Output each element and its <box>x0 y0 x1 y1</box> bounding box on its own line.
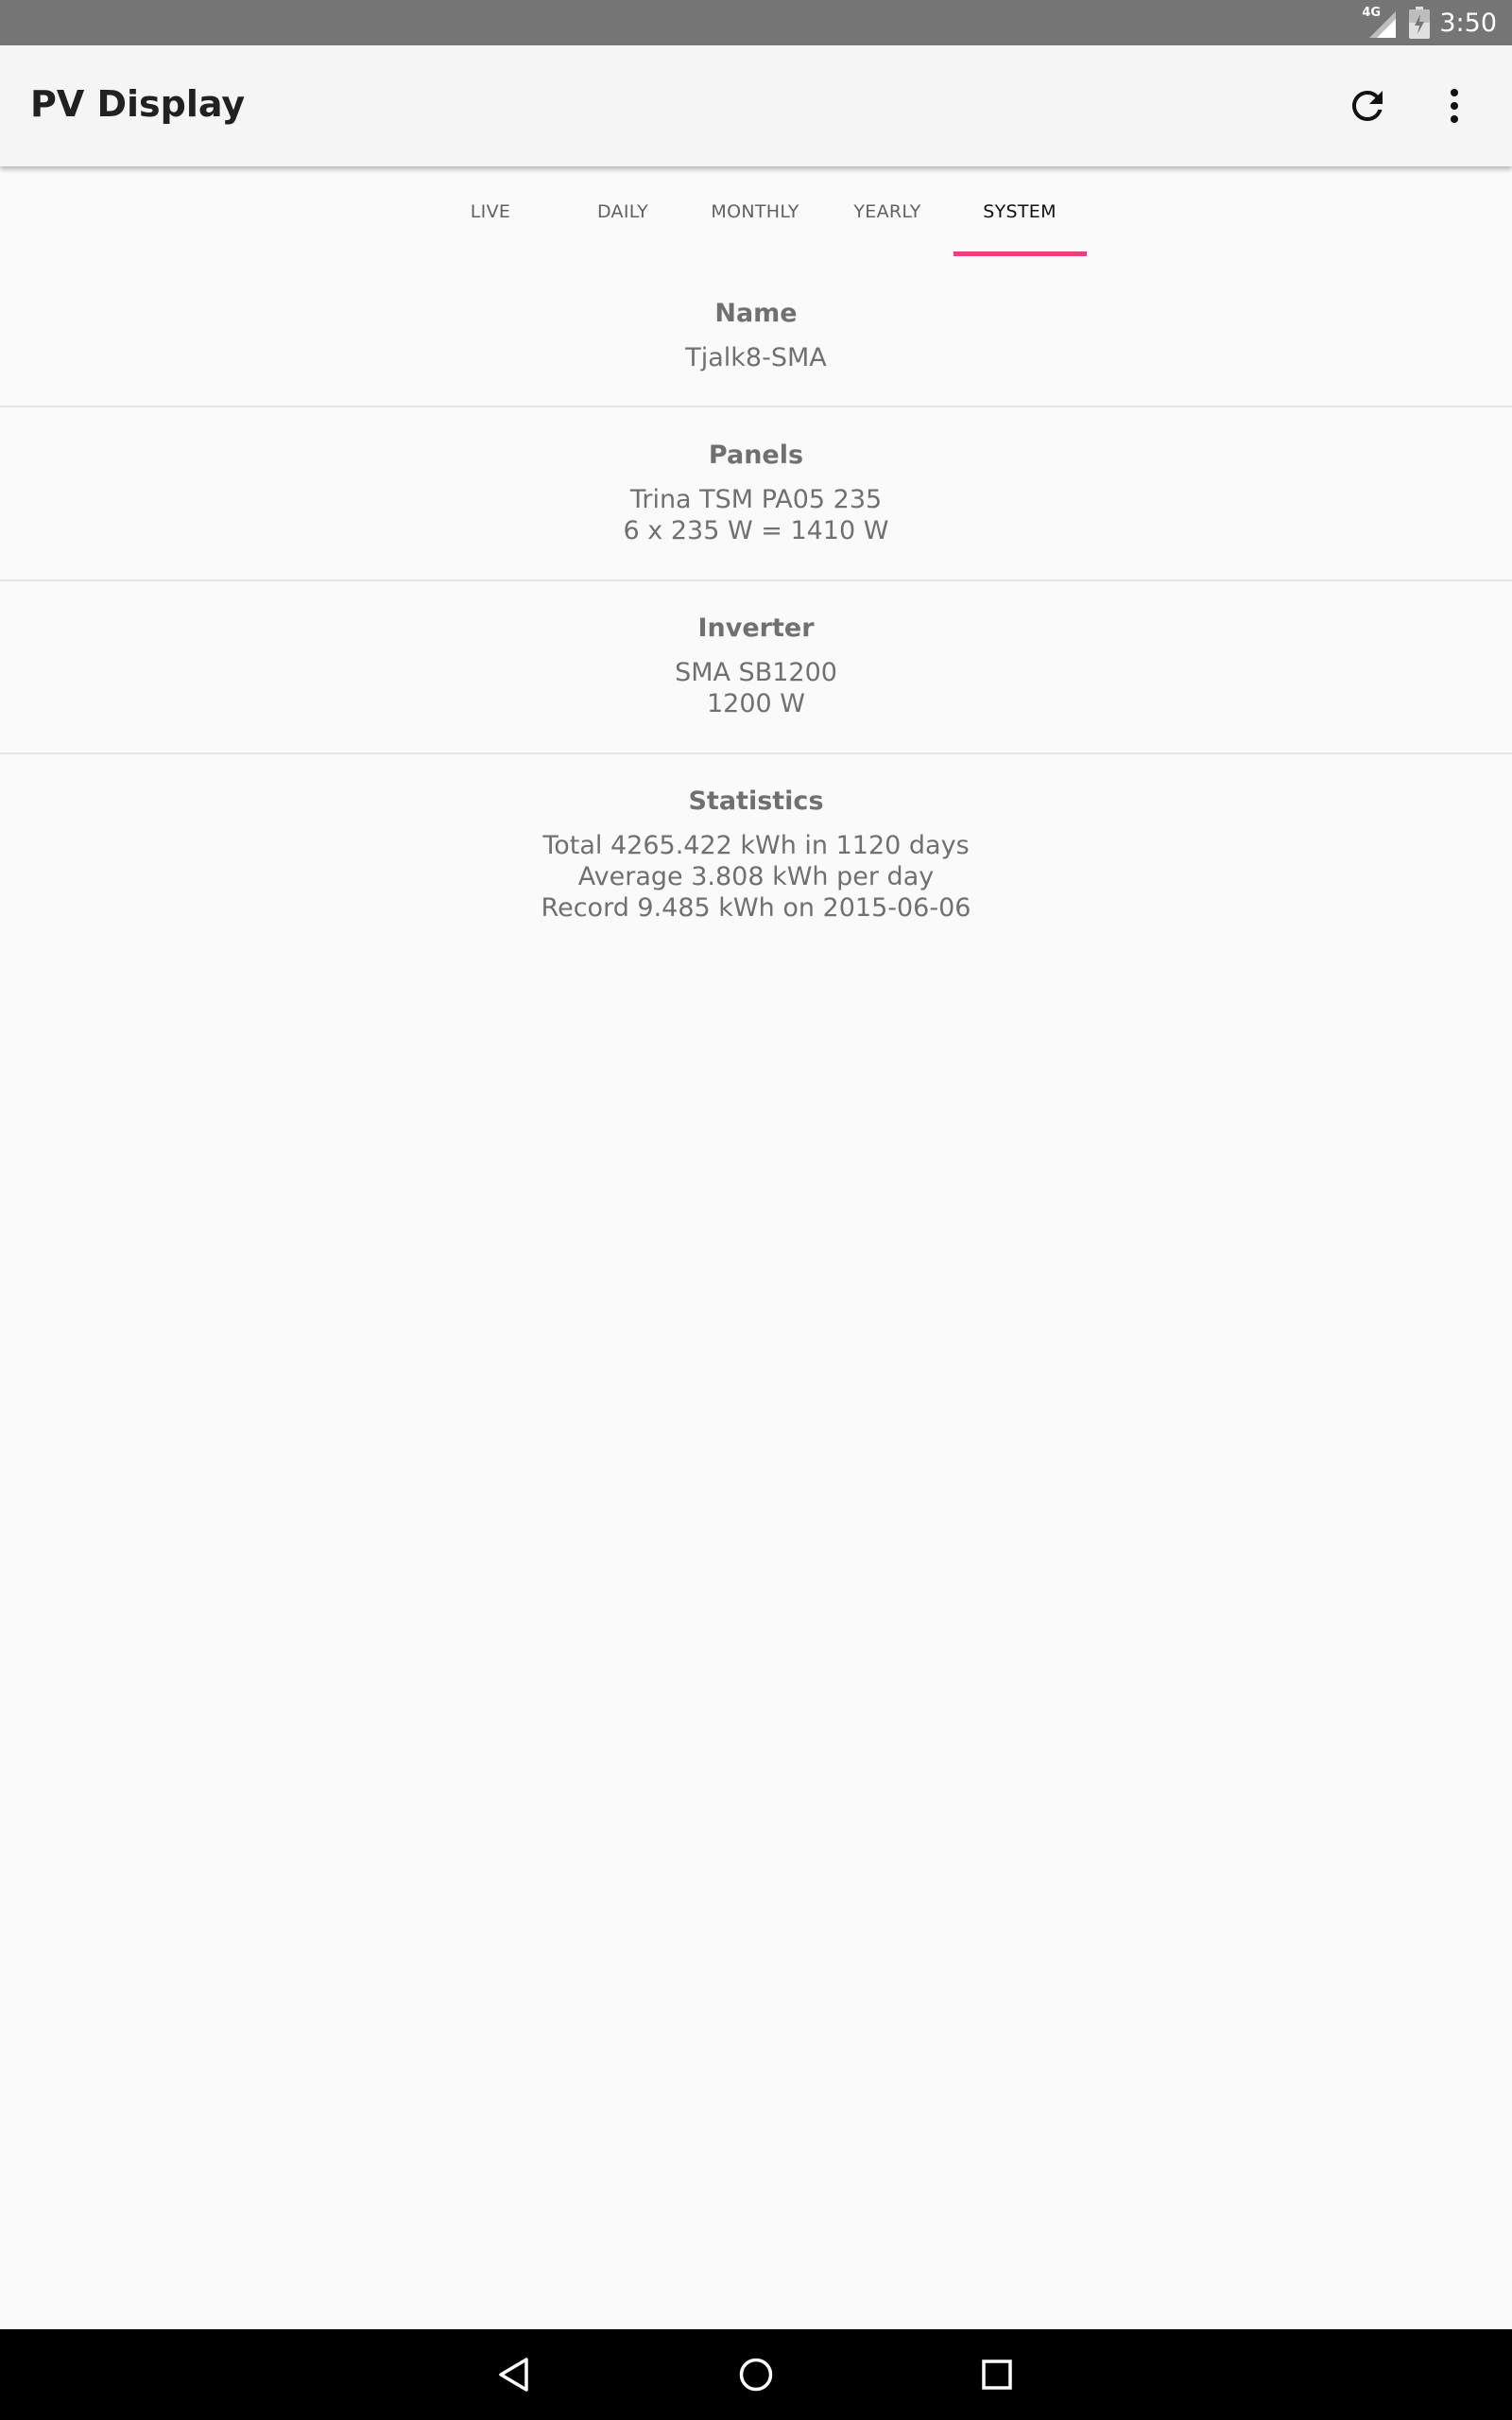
statistics-total: Total 4265.422 kWh in 1120 days <box>542 831 970 860</box>
refresh-button[interactable] <box>1337 76 1398 136</box>
recents-button[interactable] <box>967 2344 1027 2405</box>
tab-monthly[interactable]: MONTHLY <box>689 166 821 257</box>
status-bar: 4G 3:50 <box>0 0 1512 45</box>
recents-icon <box>982 2360 1012 2390</box>
more-vert-icon <box>1451 89 1458 123</box>
name-section: Name Tjalk8-SMA <box>0 295 1512 373</box>
panels-section: Panels Trina TSM PA05 235 6 x 235 W = 14… <box>0 437 1512 546</box>
inverter-section: Inverter SMA SB1200 1200 W <box>0 610 1512 719</box>
signal-icon: 4G <box>1362 6 1397 40</box>
tab-bar: LIVE DAILY MONTHLY YEARLY SYSTEM <box>0 166 1512 257</box>
app-bar: PV Display <box>0 45 1512 166</box>
refresh-icon <box>1352 91 1383 121</box>
name-title: Name <box>714 299 798 328</box>
name-value: Tjalk8-SMA <box>685 343 827 372</box>
more-options-button[interactable] <box>1424 76 1485 136</box>
section-divider <box>0 579 1512 581</box>
panels-title: Panels <box>708 441 804 470</box>
app-title: PV Display <box>30 83 246 125</box>
section-divider <box>0 406 1512 407</box>
inverter-model: SMA SB1200 <box>675 658 837 687</box>
navigation-bar <box>0 2329 1512 2420</box>
statistics-section: Statistics Total 4265.422 kWh in 1120 da… <box>0 783 1512 924</box>
statistics-title: Statistics <box>688 786 824 816</box>
tab-live[interactable]: LIVE <box>424 166 557 257</box>
inverter-title: Inverter <box>697 614 815 643</box>
network-type-label: 4G <box>1362 6 1382 20</box>
back-button[interactable] <box>484 2344 544 2405</box>
home-button[interactable] <box>726 2344 786 2405</box>
panels-capacity: 6 x 235 W = 1410 W <box>623 516 889 545</box>
back-icon <box>499 2358 528 2392</box>
status-time: 3:50 <box>1439 8 1497 38</box>
tab-daily[interactable]: DAILY <box>557 166 689 257</box>
panels-model: Trina TSM PA05 235 <box>629 485 883 514</box>
battery-charging-icon <box>1409 7 1431 39</box>
tab-indicator <box>954 251 1087 256</box>
section-divider <box>0 752 1512 754</box>
statistics-average: Average 3.808 kWh per day <box>577 862 935 891</box>
home-icon <box>739 2358 773 2392</box>
inverter-power: 1200 W <box>707 689 805 718</box>
statistics-record: Record 9.485 kWh on 2015-06-06 <box>541 893 971 923</box>
status-icons: 4G 3:50 <box>1362 0 1497 45</box>
tab-yearly[interactable]: YEARLY <box>821 166 954 257</box>
tab-system[interactable]: SYSTEM <box>954 166 1086 257</box>
